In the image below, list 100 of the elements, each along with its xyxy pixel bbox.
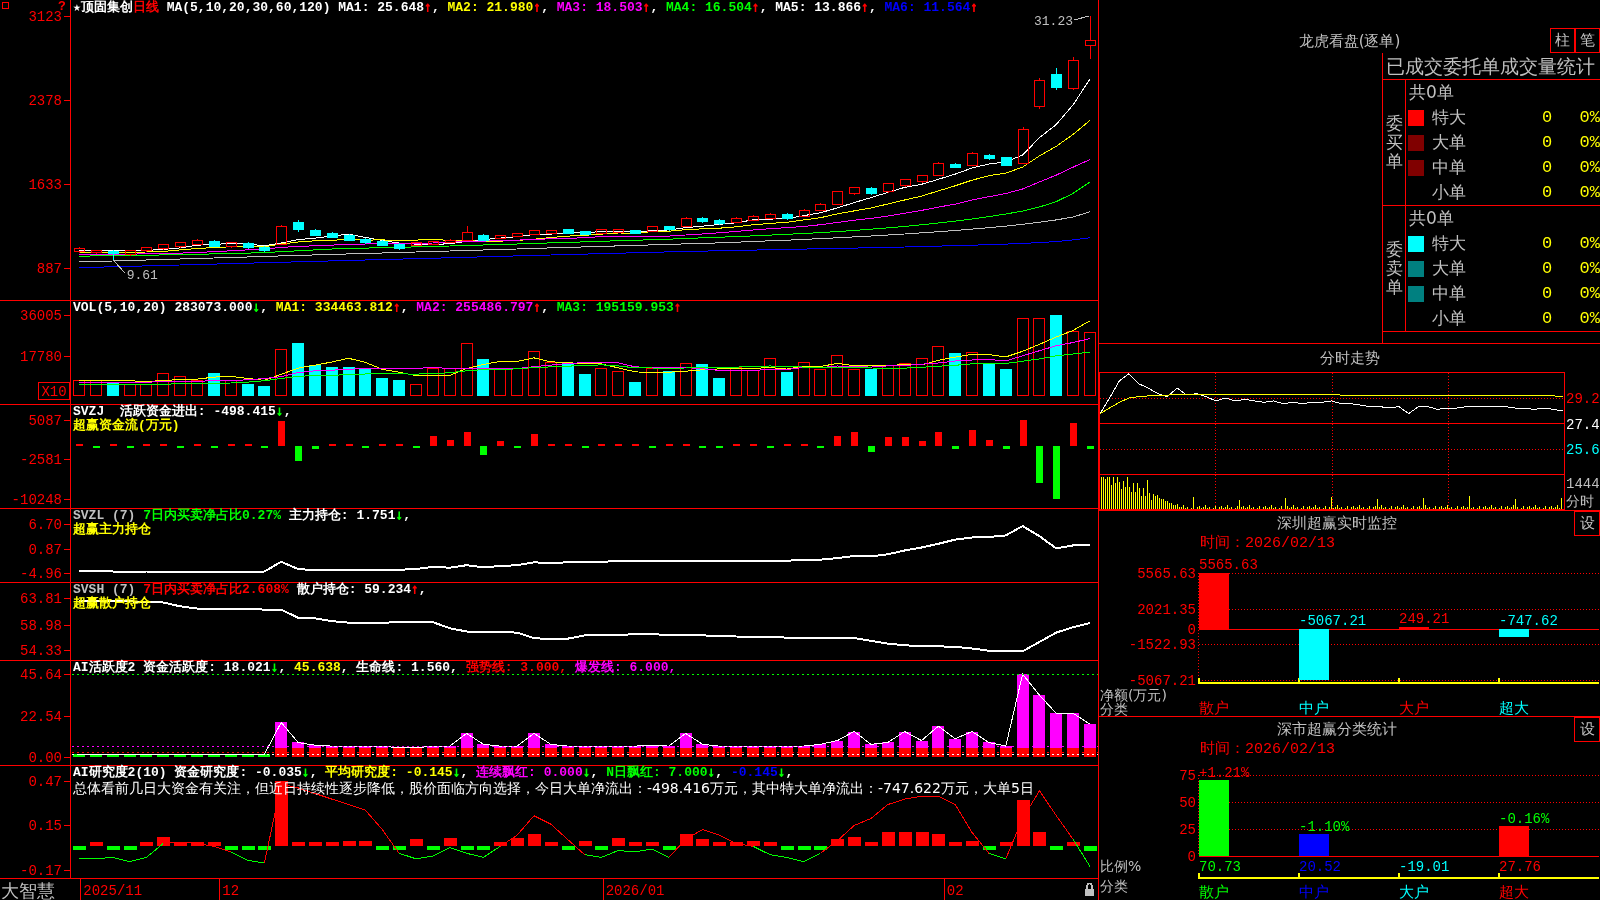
category-label: 大户	[1399, 883, 1429, 900]
indicator-text: MA6: 11.564	[884, 0, 971, 15]
axis-label: 6.70	[28, 516, 62, 533]
axis-label: -4.96	[20, 565, 62, 582]
category-label: 超大	[1499, 883, 1529, 900]
timestamp-label: 时间：2026/02/13	[1199, 536, 1336, 552]
value-label: 20.52	[1299, 859, 1341, 875]
candlestick	[849, 186, 860, 196]
candlestick	[512, 232, 523, 238]
axis-label: 0.47	[28, 773, 62, 790]
candlestick	[428, 240, 439, 246]
indicator-text: , 生命线: 1.560,	[340, 660, 459, 675]
candlestick	[125, 249, 136, 257]
candlestick	[799, 208, 810, 218]
candlestick	[462, 225, 473, 242]
indicator-text: ,	[403, 508, 412, 523]
settings-button[interactable]: 设	[1574, 511, 1600, 536]
indicator-text: ↑	[392, 300, 401, 315]
candlestick	[74, 246, 85, 254]
activity-bar	[831, 747, 843, 757]
lock-icon	[1085, 882, 1094, 896]
indicator-text: 主力持仓: 1.751	[287, 508, 396, 523]
indicator-text: 连续飘红: 0.000	[476, 765, 583, 780]
candlestick	[360, 237, 371, 245]
panel-title: 分时走势	[1318, 348, 1381, 369]
indicator-text: N日飘红: 7.000	[606, 765, 708, 780]
order-share: 0%	[1578, 283, 1600, 305]
mode-button[interactable]: 笔	[1575, 28, 1600, 53]
candlestick	[933, 161, 944, 177]
order-share: 0%	[1578, 107, 1600, 129]
indicator-text: MA2: 21.980	[447, 0, 534, 15]
candlestick	[782, 212, 793, 221]
candlestick	[209, 239, 220, 248]
axis-label: 25.6	[1566, 441, 1600, 458]
indicator-text: 爆发线: 6.000,	[574, 660, 677, 675]
axis-label: 50	[1179, 794, 1196, 811]
indicator-text: ↓	[275, 404, 284, 419]
indicator-text: MA3: 195159.953	[556, 300, 674, 315]
category-label: 中户	[1299, 883, 1329, 900]
square-icon	[2, 2, 9, 9]
candlestick	[158, 243, 169, 251]
indicator-text: ,	[278, 660, 288, 675]
indicator-text: ,	[785, 765, 794, 780]
activity-bar	[157, 754, 169, 757]
indicator-text: ↑	[970, 0, 979, 15]
order-count: 0	[1540, 182, 1554, 204]
axis-label: 2021.35	[1137, 601, 1196, 618]
candlestick	[394, 242, 405, 251]
indicator-text: ↑	[411, 582, 419, 597]
indicator-text: 7日内买卖净占比0.27%	[143, 508, 282, 523]
indicator-text: SVSH (7)	[73, 582, 136, 597]
candlestick	[243, 241, 254, 249]
candlestick	[697, 216, 708, 224]
unit-label: X10	[38, 382, 70, 400]
order-size-label: 小单	[1432, 181, 1467, 204]
indicator-text: -0.145	[730, 765, 778, 780]
indicator-text: MA1: 334463.812	[275, 300, 393, 315]
panel-title: 深圳超赢实时监控	[1275, 513, 1398, 534]
order-size-label: 特大	[1432, 106, 1467, 129]
candlestick	[1001, 156, 1012, 167]
candlestick	[175, 241, 186, 249]
value-label: -19.01	[1399, 859, 1450, 875]
mode-button[interactable]: 柱	[1550, 28, 1575, 53]
axis-title: 分类	[1100, 878, 1128, 894]
candlestick	[950, 162, 961, 169]
axis-caption: 分时	[1566, 493, 1594, 509]
indicator-text: ,	[260, 300, 270, 315]
candlestick	[310, 228, 321, 237]
indicator-text: ,	[460, 765, 470, 780]
activity-bar	[225, 754, 237, 757]
candlestick	[647, 225, 658, 233]
candlestick	[765, 212, 776, 220]
indicator-text: ↓	[301, 765, 310, 780]
axis-label: 63.81	[20, 590, 62, 607]
indicator-text: ,	[759, 0, 769, 15]
axis-label: 29.2	[1566, 390, 1600, 407]
activity-bar	[107, 754, 119, 757]
candlestick	[681, 216, 692, 228]
settings-button[interactable]: 设	[1574, 717, 1600, 742]
indicator-text: 超赢主力持仓	[73, 522, 151, 537]
axis-label: -5067.21	[1128, 672, 1196, 689]
activity-bar	[174, 754, 186, 757]
indicator-text: ,	[541, 0, 550, 15]
order-count: 0	[1540, 107, 1554, 129]
indicator-text: ↓	[395, 508, 404, 523]
axis-title: 分类	[1100, 701, 1128, 716]
order-share: 0%	[1578, 182, 1600, 204]
axis-label: 887	[36, 260, 62, 277]
candlestick	[226, 241, 237, 249]
indicator-text: 强势线: 3.000,	[465, 660, 569, 675]
order-size-label: 特大	[1432, 232, 1467, 255]
annotation: 31.23	[1033, 14, 1073, 29]
order-count: 0	[1540, 157, 1554, 179]
indicator-text: MA5: 13.866	[775, 0, 862, 15]
activity-bar	[949, 738, 961, 748]
indicator-text: ,	[283, 404, 292, 419]
axis-label: -1522.93	[1128, 636, 1196, 653]
candlestick	[630, 229, 641, 235]
activity-bar	[140, 754, 152, 757]
candlestick	[108, 249, 119, 261]
